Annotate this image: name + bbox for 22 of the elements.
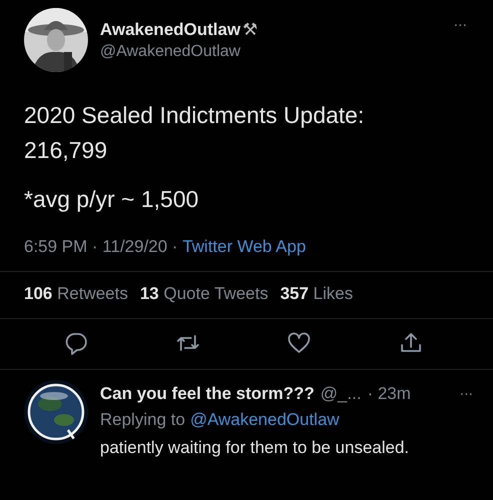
more-button[interactable]: ···	[460, 387, 473, 403]
tweet-text: *avg p/yr ~ 1,500	[24, 185, 199, 214]
display-name: AwakenedOutlaw	[100, 20, 240, 40]
tweet-text: 216,799	[24, 136, 108, 165]
reply-time: · 23m	[367, 384, 411, 404]
stat-link[interactable]: 106 Retweets	[24, 284, 128, 304]
replying-label: Replying to	[100, 410, 186, 430]
stat-link[interactable]: 13 Quote Tweets	[140, 284, 268, 304]
display-name: Can you feel the storm???	[100, 384, 314, 404]
source-link[interactable]: Twitter Web App	[182, 237, 306, 257]
user-handle: @_...	[320, 384, 362, 404]
share-icon[interactable]	[398, 331, 423, 355]
tweet-timestamp: 6:59 PM · 11/29/20 ·	[24, 237, 179, 257]
mention-link[interactable]: @AwakenedOutlaw	[190, 410, 340, 430]
more-button[interactable]: ···	[454, 18, 467, 34]
hammer-pick-emoji: ⚒	[242, 20, 258, 40]
reply-text: patiently waiting for them to be unsealed.	[100, 438, 410, 458]
heart-icon[interactable]	[287, 331, 312, 355]
tweet-text: 2020 Sealed Indictments Update:	[24, 101, 364, 130]
reply-icon[interactable]	[64, 331, 88, 355]
user-handle: @AwakenedOutlaw	[100, 43, 242, 61]
stat-link[interactable]: 357 Likes	[280, 284, 353, 304]
